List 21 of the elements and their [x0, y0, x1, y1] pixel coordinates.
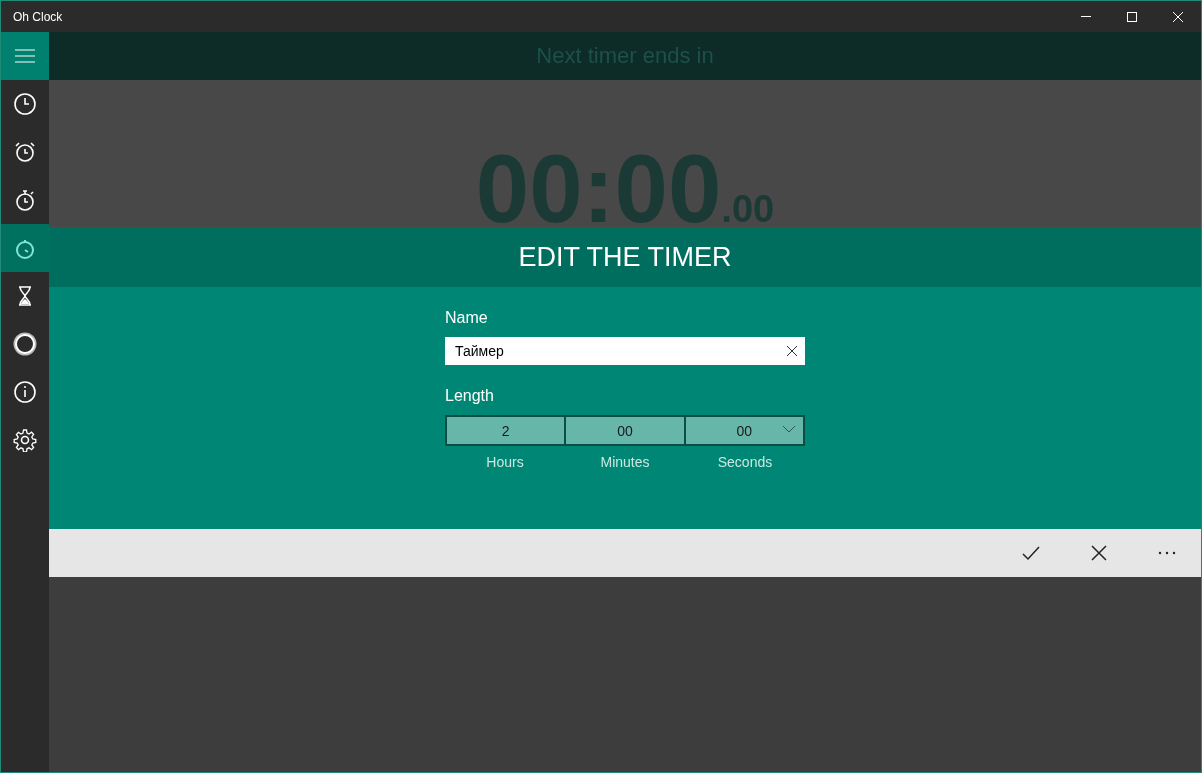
- clear-icon[interactable]: [787, 346, 797, 356]
- alarm-clock-icon: [13, 140, 37, 164]
- unit-label: Seconds: [716, 454, 774, 470]
- field-label: Name: [445, 309, 489, 327]
- stopwatch-icon: [13, 188, 37, 212]
- maximize-icon: [1127, 11, 1137, 22]
- unit-label: Minutes: [599, 454, 651, 470]
- unit-label: Hours: [485, 454, 525, 470]
- window-title: Oh Clock: [13, 9, 64, 24]
- close-icon: [1173, 11, 1183, 22]
- settings-icon: [13, 428, 37, 452]
- menu-icon: [15, 49, 35, 63]
- dialog-title: EDIT THE TIMER: [518, 241, 732, 273]
- field-label: Length: [445, 387, 495, 405]
- close-icon: [1090, 544, 1108, 562]
- more-icon: [1158, 551, 1176, 555]
- ring-icon: [13, 332, 37, 356]
- name-field[interactable]: Таймер: [445, 337, 805, 365]
- minimize-icon: [1081, 16, 1091, 17]
- clock-icon: [13, 92, 37, 116]
- info-icon: [13, 380, 37, 404]
